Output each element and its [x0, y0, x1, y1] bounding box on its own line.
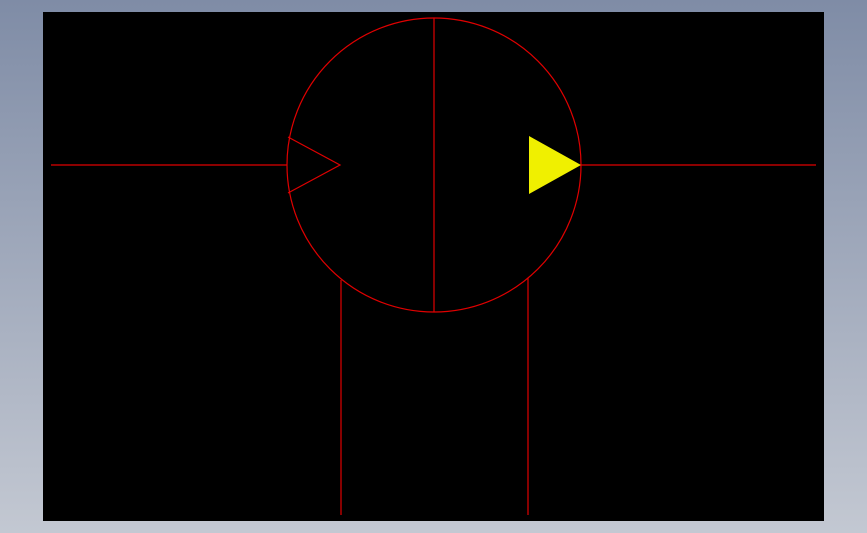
outlet-arrow-filled [529, 136, 581, 194]
inlet-arrow-outline [287, 136, 342, 194]
drawing-canvas [43, 12, 824, 521]
schematic-svg [51, 17, 816, 515]
